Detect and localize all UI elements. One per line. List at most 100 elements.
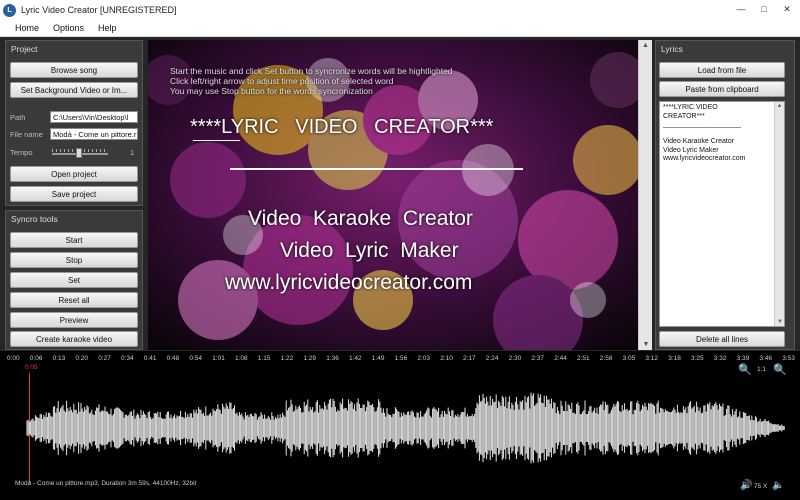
timeline-tick: 1:15: [257, 355, 271, 362]
path-label: Path: [10, 113, 26, 122]
scroll-up-icon[interactable]: ▲: [775, 102, 784, 111]
lyrics-line: CREATOR***: [663, 112, 705, 120]
tempo-slider-thumb[interactable]: [76, 148, 82, 158]
lyric-line-3: www.lyricvideocreator.com: [225, 271, 473, 294]
timeline-tick: 2:03: [417, 355, 431, 362]
timeline-tick: 3:12: [645, 355, 659, 362]
volume-level: 75 X: [754, 483, 768, 490]
lyrics-line: Video Lyric Maker: [663, 146, 719, 154]
set-button[interactable]: Set: [10, 272, 138, 288]
mute-icon[interactable]: 🔈: [772, 480, 784, 491]
timeline-tick: 1:08: [235, 355, 248, 362]
set-background-button[interactable]: Set Background Video or Im...: [10, 82, 138, 98]
start-button[interactable]: Start: [10, 232, 138, 248]
timeline-tick: 1:42: [349, 355, 362, 362]
zoom-ratio: 1:1: [757, 366, 767, 373]
timeline-tick: 0:00: [7, 355, 20, 362]
timeline-tick: 3:32: [713, 355, 727, 362]
paste-from-clipboard-button[interactable]: Paste from clipboard: [659, 81, 785, 97]
timeline-tick: 2:51: [577, 355, 590, 362]
app-logo-icon: L: [3, 3, 16, 17]
timeline-tick: 3:53: [782, 355, 795, 362]
maximize-button[interactable]: □: [757, 3, 771, 15]
timeline-tick: 1:22: [280, 355, 294, 362]
save-project-button[interactable]: Save project: [10, 186, 138, 202]
syncro-title: Syncro tools: [11, 214, 58, 224]
reset-all-button[interactable]: Reset all: [10, 292, 138, 308]
audio-file-info: Modà - Come un pittore.mp3, Duration 3m …: [15, 480, 197, 487]
timeline-tick: 0:34: [121, 355, 134, 362]
zoom-out-icon[interactable]: 🔍: [773, 363, 787, 376]
timeline-tick: 1:29: [303, 355, 317, 362]
timeline-tick: 3:05: [622, 355, 636, 362]
scroll-down-icon[interactable]: ▼: [775, 318, 785, 327]
window-title: Lyric Video Creator [UNREGISTERED]: [21, 5, 177, 15]
volume-icon[interactable]: 🔊: [740, 480, 752, 491]
video-scrollbar[interactable]: ▲ ▼: [638, 40, 652, 350]
timeline-tick: 3:46: [759, 355, 773, 362]
zoom-in-icon[interactable]: 🔍: [738, 363, 752, 376]
lyric-line-2: Video Lyric Maker: [280, 239, 459, 262]
menu-bar: Home Options Help: [0, 20, 800, 37]
menu-home[interactable]: Home: [15, 23, 39, 33]
timeline-tick: 0:06: [29, 355, 43, 362]
filename-field[interactable]: Modà - Come un pittore.r: [50, 128, 138, 140]
tempo-value: 1: [130, 148, 135, 157]
load-from-file-button[interactable]: Load from file: [659, 62, 785, 78]
preview-button[interactable]: Preview: [10, 312, 138, 328]
instruction-line: You may use Stop button for the words sy…: [170, 86, 373, 96]
timeline-tick: 1:49: [371, 355, 385, 362]
browse-song-button[interactable]: Browse song: [10, 62, 138, 78]
audio-waveform[interactable]: [15, 373, 785, 483]
instruction-line: Click left/right arrow to adjust time po…: [170, 76, 394, 86]
lyric-heading: ****LYRIC VIDEO CREATOR***: [190, 116, 494, 138]
lyric-divider: [230, 168, 523, 170]
scroll-down-icon[interactable]: ▼: [639, 341, 653, 348]
timeline-tick: 2:44: [554, 355, 567, 362]
timeline-tick: 0:13: [52, 355, 66, 362]
lyrics-line: www.lyricvideocreator.com: [663, 155, 746, 162]
sync-instructions: Start the music and click Set button to …: [170, 66, 453, 96]
close-button[interactable]: ✕: [780, 3, 794, 15]
timeline-tick: 3:39: [736, 355, 750, 362]
timeline-tick: 2:58: [599, 355, 613, 362]
create-karaoke-video-button[interactable]: Create karaoke video: [10, 331, 138, 347]
timeline-tick: 2:24: [485, 355, 499, 362]
timeline-tick: 1:56: [394, 355, 408, 362]
timeline-tick: 0:48: [166, 355, 180, 362]
delete-all-lines-button[interactable]: Delete all lines: [659, 331, 785, 347]
lyrics-line: [663, 130, 781, 139]
timeline-tick: 1:01: [212, 355, 225, 362]
timeline-tick: 2:30: [508, 355, 522, 362]
timeline-tick: 1:36: [326, 355, 339, 362]
scroll-up-icon[interactable]: ▲: [639, 42, 652, 49]
video-preview[interactable]: Start the music and click Set button to …: [148, 40, 638, 350]
instruction-line: Start the music and click Set button to …: [170, 66, 453, 76]
stop-button[interactable]: Stop: [10, 252, 138, 268]
path-field[interactable]: C:\Users\Vin\Desktop\l: [50, 111, 138, 123]
minimize-button[interactable]: —: [734, 3, 748, 15]
heading-underline: [193, 140, 240, 141]
cursor-time: 0:05: [25, 364, 38, 371]
timeline-tick: 0:20: [75, 355, 89, 362]
title-bar: L Lyric Video Creator [UNREGISTERED] — □…: [0, 0, 800, 20]
timeline-tick: 3:25: [691, 355, 704, 362]
lyrics-scrollbar[interactable]: ▲ ▼: [774, 102, 784, 326]
open-project-button[interactable]: Open project: [10, 166, 138, 182]
project-title: Project: [11, 44, 38, 54]
lyrics-textarea[interactable]: ****LYRIC VIDEO CREATOR*** _____________…: [659, 101, 785, 327]
timeline-tick: 0:41: [143, 355, 157, 362]
tempo-label: Tempo: [10, 148, 33, 157]
timeline-tick: 0:54: [189, 355, 203, 362]
timeline-tick: 2:17: [463, 355, 476, 362]
timeline-tick: 0:27: [98, 355, 111, 362]
lyrics-line: ____________________: [663, 121, 741, 128]
timeline-tick: 2:37: [531, 355, 545, 362]
menu-help[interactable]: Help: [98, 23, 117, 33]
lyrics-line: Video Karaoke Creator: [663, 138, 735, 145]
menu-options[interactable]: Options: [53, 23, 84, 33]
lyric-line-1: Video Karaoke Creator: [248, 207, 473, 230]
timeline-panel[interactable]: 0:00 0:06 0:13 0:20 0:27 0:34 0:41 0:48 0:54 1:01…: [0, 351, 800, 500]
timeline-tick: 3:18: [668, 355, 681, 362]
filename-label: File name: [10, 130, 43, 139]
